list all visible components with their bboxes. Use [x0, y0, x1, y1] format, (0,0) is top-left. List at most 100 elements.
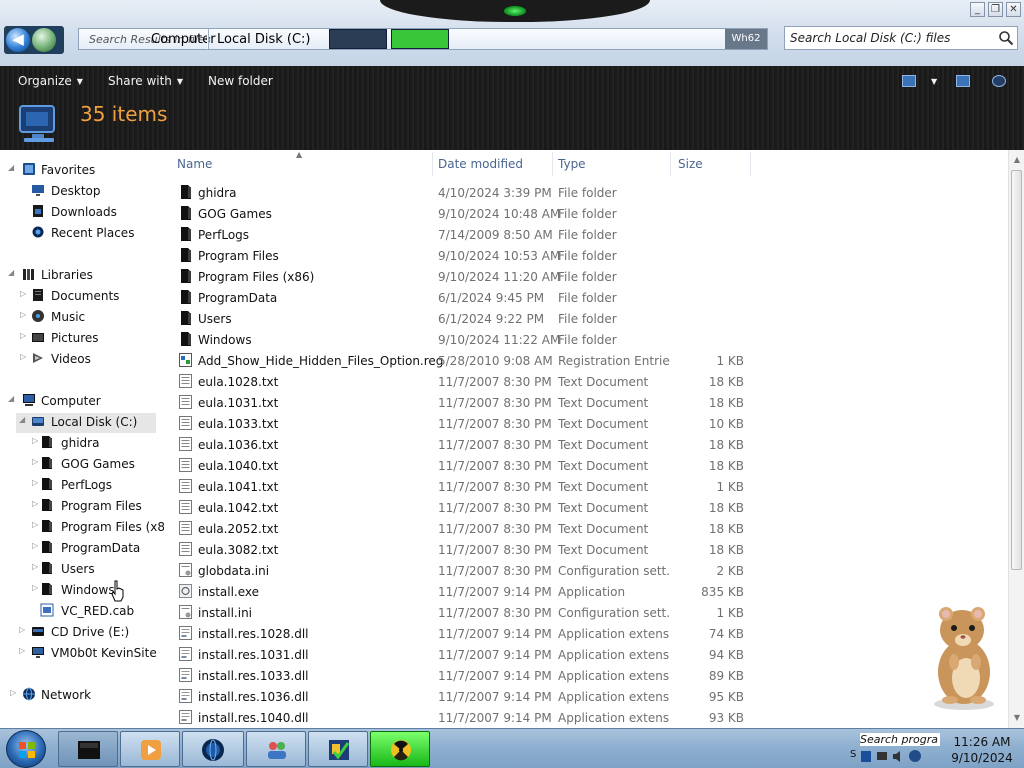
scroll-down-icon[interactable]: ▼ — [1009, 710, 1024, 726]
expand-arrow-icon[interactable]: ▷ — [32, 562, 40, 571]
expand-arrow-icon[interactable]: ▷ — [32, 499, 40, 508]
nav-music[interactable]: ▷ Music — [8, 308, 158, 328]
nav-disk-child[interactable]: ▷ ProgramData — [30, 539, 164, 559]
file-row[interactable]: eula.1033.txt 11/7/2007 8:30 PM Text Docum… — [170, 413, 1008, 434]
file-row[interactable]: eula.3082.txt 11/7/2007 8:30 PM Text Docum… — [170, 539, 1008, 560]
new-folder-button[interactable]: New folder — [208, 74, 273, 88]
expand-arrow-icon[interactable]: ▷ — [32, 478, 40, 487]
file-row[interactable]: Windows 9/10/2024 11:22 AM File folder — [170, 329, 1008, 350]
clock-time[interactable]: 11:26 AM — [942, 735, 1022, 749]
column-date-modified[interactable]: Date modified — [438, 157, 523, 171]
close-button[interactable]: ✕ — [1006, 2, 1021, 17]
file-row[interactable]: eula.1042.txt 11/7/2007 8:30 PM Text Docum… — [170, 497, 1008, 518]
scrollbar-thumb[interactable] — [1011, 170, 1022, 570]
taskbar-media-player[interactable] — [120, 731, 180, 767]
expand-arrow-icon[interactable]: ▷ — [32, 520, 40, 529]
nav-pictures[interactable]: ▷ Pictures — [8, 329, 158, 349]
file-row[interactable]: install.ini 11/7/2007 8:30 PM Configuratio… — [170, 602, 1008, 623]
view-options-dropdown[interactable]: ▼ — [926, 74, 937, 88]
nav-network[interactable]: ▷ Network — [8, 686, 158, 706]
expand-arrow-icon[interactable]: ▷ — [32, 457, 40, 466]
help-icon[interactable] — [992, 75, 1006, 87]
nav-recent-places[interactable]: Recent Places — [8, 224, 158, 244]
scroll-up-icon[interactable]: ▲ — [1009, 152, 1024, 168]
taskbar-explorer[interactable] — [58, 731, 118, 767]
back-button[interactable]: ◀ — [6, 28, 30, 52]
file-row[interactable]: eula.1041.txt 11/7/2007 8:30 PM Text Docum… — [170, 476, 1008, 497]
file-row[interactable]: install.exe 11/7/2007 9:14 PM Application 8… — [170, 581, 1008, 602]
nav-videos[interactable]: ▷ Videos — [8, 350, 158, 370]
change-view-icon[interactable] — [902, 75, 916, 87]
volume-icon[interactable] — [892, 750, 904, 763]
vertical-scrollbar[interactable]: ▲ ▼ — [1008, 150, 1024, 728]
nav-network-drive[interactable]: ▷ VM0b0t KevinSite — [16, 644, 164, 664]
search-icon[interactable] — [998, 30, 1014, 46]
nav-downloads[interactable]: Downloads — [8, 203, 158, 223]
file-row[interactable]: Users 6/1/2024 9:22 PM File folder — [170, 308, 1008, 329]
start-button[interactable] — [6, 730, 46, 768]
expand-arrow-icon[interactable]: ▷ — [19, 625, 27, 634]
search-programs-box[interactable]: Search progra — [860, 733, 940, 746]
nav-disk-child[interactable]: ▷ GOG Games — [30, 455, 164, 475]
file-row[interactable]: Program Files 9/10/2024 10:53 AM File fold… — [170, 245, 1008, 266]
file-row[interactable]: Add_Show_Hide_Hidden_Files_Option.reg 5/2… — [170, 350, 1008, 371]
column-size[interactable]: Size — [678, 157, 703, 171]
taskbar-checklist[interactable] — [308, 731, 368, 767]
nav-disk-child[interactable]: ▷ Program Files (x86 — [30, 518, 164, 538]
file-row[interactable]: eula.1028.txt 11/7/2007 8:30 PM Text Docum… — [170, 371, 1008, 392]
nav-desktop[interactable]: Desktop — [8, 182, 158, 202]
file-row[interactable]: install.res.1028.dll 11/7/2007 9:14 PM App… — [170, 623, 1008, 644]
expand-arrow-icon[interactable]: ▷ — [20, 352, 28, 361]
preview-pane-icon[interactable] — [956, 75, 970, 87]
expand-arrow-icon[interactable]: ▷ — [19, 646, 27, 655]
file-row[interactable]: install.res.1033.dll 11/7/2007 9:14 PM App… — [170, 665, 1008, 686]
share-with-menu[interactable]: Share with ▼ — [108, 74, 183, 88]
file-row[interactable]: install.res.1040.dll 11/7/2007 9:14 PM App… — [170, 707, 1008, 728]
expand-arrow-icon[interactable]: ▷ — [32, 436, 40, 445]
nav-disk-child[interactable]: ▷ Windows — [30, 581, 164, 601]
nav-disk-child[interactable]: VC_RED.cab — [30, 602, 164, 622]
nav-cd-drive-e[interactable]: ▷ CD Drive (E:) — [16, 623, 156, 643]
file-row[interactable]: install.res.1036.dll 11/7/2007 9:14 PM App… — [170, 686, 1008, 707]
file-row[interactable]: GOG Games 9/10/2024 10:48 AM File folder — [170, 203, 1008, 224]
file-row[interactable]: Program Files (x86) 9/10/2024 11:20 AM Fil… — [170, 266, 1008, 287]
search-box[interactable]: Search Local Disk (C:) files — [784, 26, 1018, 50]
flag-icon[interactable] — [860, 750, 872, 763]
clock-date[interactable]: 9/10/2024 — [942, 751, 1022, 765]
nav-disk-child[interactable]: ▷ PerfLogs — [30, 476, 164, 496]
refresh-button[interactable]: Wh62 — [725, 29, 767, 49]
file-row[interactable]: eula.1040.txt 11/7/2007 8:30 PM Text Docum… — [170, 455, 1008, 476]
file-row[interactable]: eula.2052.txt 11/7/2007 8:30 PM Text Docum… — [170, 518, 1008, 539]
column-type[interactable]: Type — [558, 157, 586, 171]
nav-disk-child[interactable]: ▷ Program Files — [30, 497, 164, 517]
breadcrumb-local-disk[interactable]: Local Disk (C:) — [217, 32, 310, 47]
taskbar-users[interactable] — [246, 731, 306, 767]
nav-local-disk-c[interactable]: ◢ Local Disk (C:) — [16, 413, 156, 433]
taskbar-browser[interactable] — [182, 731, 244, 767]
file-row[interactable]: eula.1036.txt 11/7/2007 8:30 PM Text Docum… — [170, 434, 1008, 455]
nav-documents[interactable]: ▷ Documents — [8, 287, 158, 307]
file-row[interactable]: ghidra 4/10/2024 3:39 PM File folder — [170, 182, 1008, 203]
expand-arrow-icon[interactable]: ▷ — [32, 541, 40, 550]
taskbar-radiation-app[interactable] — [370, 731, 430, 767]
expand-arrow-icon[interactable]: ▷ — [20, 310, 28, 319]
file-row[interactable]: eula.1031.txt 11/7/2007 8:30 PM Text Docum… — [170, 392, 1008, 413]
file-row[interactable]: install.res.1031.dll 11/7/2007 9:14 PM App… — [170, 644, 1008, 665]
nav-computer[interactable]: ◢ Computer — [8, 392, 158, 412]
restore-button[interactable]: ❐ — [988, 2, 1003, 17]
minimize-button[interactable]: _ — [970, 2, 985, 17]
nav-favorites[interactable]: ◢ Favorites — [8, 161, 158, 181]
expand-arrow-icon[interactable]: ▷ — [20, 331, 28, 340]
file-row[interactable]: ProgramData 6/1/2024 9:45 PM File folder — [170, 287, 1008, 308]
tray-chevron-icon[interactable]: S — [850, 749, 856, 760]
expand-arrow-icon[interactable]: ▷ — [10, 688, 18, 697]
expand-arrow-icon[interactable]: ▷ — [32, 583, 40, 592]
file-row[interactable]: PerfLogs 7/14/2009 8:50 AM File folder — [170, 224, 1008, 245]
column-name[interactable]: Name — [177, 157, 212, 171]
breadcrumb-computer[interactable]: Computer — [151, 32, 216, 47]
file-row[interactable]: globdata.ini 11/7/2007 8:30 PM Configurati… — [170, 560, 1008, 581]
nav-disk-child[interactable]: ▷ ghidra — [30, 434, 164, 454]
clock-tray-icon[interactable] — [908, 749, 922, 763]
network-tray-icon[interactable] — [876, 750, 888, 763]
expand-arrow-icon[interactable]: ▷ — [20, 289, 28, 298]
